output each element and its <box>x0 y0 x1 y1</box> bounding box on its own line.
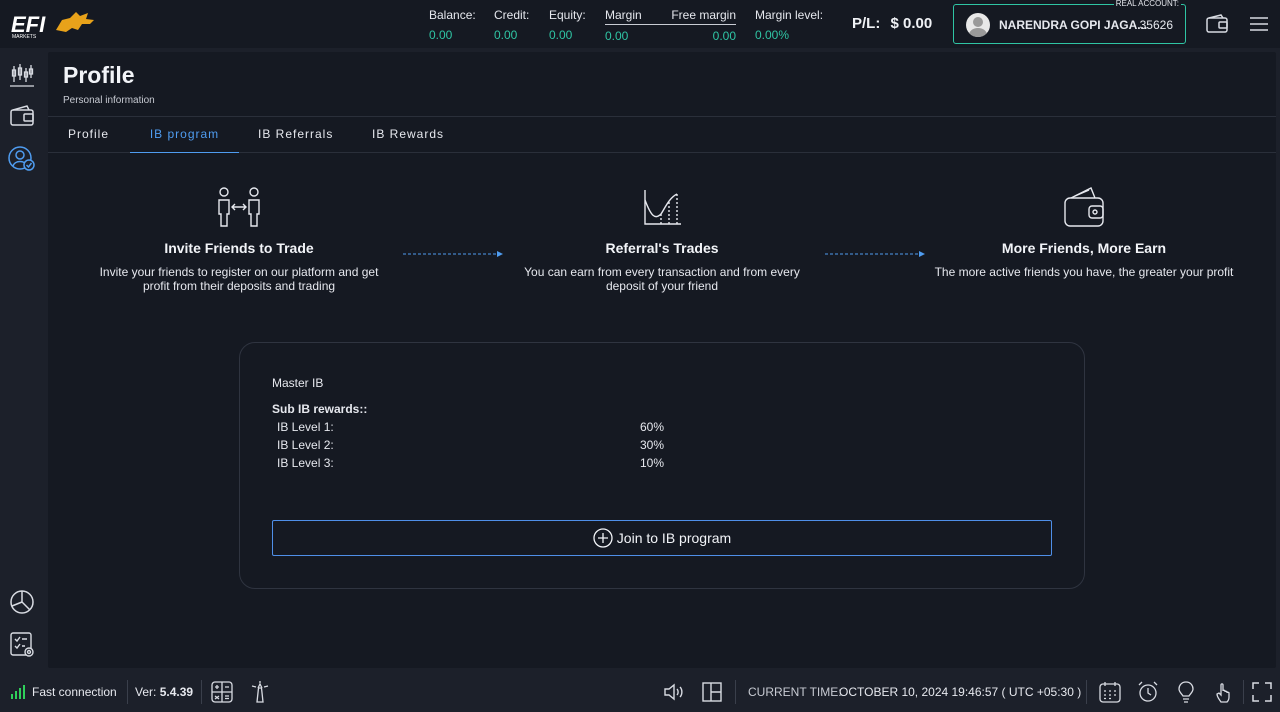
pl-value: $ 0.00 <box>890 15 933 32</box>
ib-level-label: IB Level 2: <box>277 438 334 452</box>
trades-chart-icon <box>644 190 681 225</box>
tab-bar: Profile IB program IB Referrals IB Rewar… <box>48 116 1276 153</box>
ib-level-label: IB Level 1: <box>277 420 334 434</box>
join-ib-program-button[interactable]: Join to IB program <box>272 520 1052 556</box>
version-label: Ver: <box>135 685 157 699</box>
divider <box>1243 680 1244 704</box>
main-panel: Profile Personal information Profile IB … <box>48 52 1276 668</box>
checklist-settings-icon[interactable] <box>8 630 36 658</box>
signal-strength-icon <box>11 685 25 699</box>
pl-label: P/L: <box>852 15 881 32</box>
invite-friends-icon <box>218 187 260 227</box>
tab-ib-referrals[interactable]: IB Referrals <box>258 117 333 153</box>
tab-profile[interactable]: Profile <box>68 117 109 153</box>
ib-program-card: Master IB Sub IB rewards:: IB Level 1: 6… <box>239 342 1085 589</box>
margin-label: Margin <box>605 8 642 22</box>
calendar-icon[interactable] <box>1098 680 1122 704</box>
balance-value: 0.00 <box>429 28 453 42</box>
balance-label: Balance: <box>429 8 476 22</box>
divider <box>127 680 128 704</box>
wallet-earn-icon <box>1064 187 1104 227</box>
equity-value: 0.00 <box>549 28 573 42</box>
sound-icon[interactable] <box>662 680 686 704</box>
ib-level-label: IB Level 3: <box>277 456 334 470</box>
profit-loss: P/L: $ 0.00 <box>852 15 932 32</box>
equity-stat: Equity: 0.00 <box>549 8 586 42</box>
master-ib-label: Master IB <box>272 376 324 390</box>
top-bar: EFI MARKETS Balance: 0.00 Credit: 0.00 E… <box>0 0 1280 48</box>
account-type-label: REAL ACCOUNT: <box>1113 0 1181 8</box>
svg-text:MARKETS: MARKETS <box>12 34 37 40</box>
calculator-icon[interactable] <box>210 680 234 704</box>
step-invite-friends: Invite Friends to Trade Invite your frie… <box>89 186 389 293</box>
layout-icon[interactable] <box>700 680 724 704</box>
version-number: 5.4.39 <box>159 685 194 699</box>
current-time-value: OCTOBER 10, 2024 19:46:57 ( UTC +05:30 ) <box>839 685 1082 699</box>
efi-logo[interactable]: EFI MARKETS <box>10 10 96 40</box>
page-subtitle: Personal information <box>63 95 155 106</box>
lighthouse-icon[interactable] <box>248 680 272 704</box>
dotted-arrow-icon <box>825 251 925 257</box>
equity-label: Equity: <box>549 8 586 22</box>
tab-ib-rewards[interactable]: IB Rewards <box>372 117 444 153</box>
margin-level-value: 0.00% <box>755 28 790 42</box>
step-referral-trades: Referral's Trades You can earn from ever… <box>512 186 812 293</box>
chart-icon[interactable] <box>8 60 36 88</box>
margin-level-stat: Margin level: 0.00% <box>755 8 823 42</box>
status-bar: Fast connection Ver: 5.4.39 CURRENT TIME… <box>0 672 1280 712</box>
wallet-icon[interactable] <box>8 102 36 130</box>
step-text: Invite your friends to register on our p… <box>99 265 379 293</box>
tab-ib-program[interactable]: IB program <box>130 117 239 153</box>
divider <box>1086 680 1087 704</box>
current-time-label: CURRENT TIME: <box>748 685 842 699</box>
sub-ib-rewards-label: Sub IB rewards:: <box>272 402 368 416</box>
credit-stat: Credit: 0.00 <box>494 8 529 42</box>
margin-value: 0.00 <box>605 29 629 43</box>
step-text: The more active friends you have, the gr… <box>934 265 1234 279</box>
margin-group: Margin Free margin 0.00 0.00 <box>605 8 736 43</box>
account-name: NARENDRA GOPI JAGA... <box>999 18 1148 32</box>
touch-hand-icon[interactable] <box>1212 680 1236 704</box>
step-title: Referral's Trades <box>605 240 719 256</box>
join-button-label: Join to IB program <box>616 530 732 546</box>
ib-level-value: 10% <box>640 456 665 470</box>
credit-value: 0.00 <box>494 28 518 42</box>
step-text: You can earn from every transaction and … <box>524 265 800 293</box>
page-title: Profile <box>63 62 135 88</box>
free-margin-label: Free margin <box>671 8 736 22</box>
version-info: Ver: 5.4.39 <box>135 685 193 699</box>
divider <box>201 680 202 704</box>
ib-level-value: 30% <box>640 438 665 452</box>
divider <box>735 680 736 704</box>
pie-chart-icon[interactable] <box>8 588 36 616</box>
hamburger-menu-icon[interactable] <box>1247 12 1271 36</box>
margin-level-label: Margin level: <box>755 8 824 22</box>
free-margin-value: 0.00 <box>712 29 736 43</box>
account-id: 35626 <box>1139 18 1173 32</box>
ib-level-value: 60% <box>640 420 665 434</box>
step-more-friends: More Friends, More Earn The more active … <box>934 186 1234 279</box>
wallet-icon[interactable] <box>1205 12 1229 36</box>
dotted-arrow-icon <box>403 251 503 257</box>
account-selector[interactable]: REAL ACCOUNT: NARENDRA GOPI JAGA... 3562… <box>953 0 1186 44</box>
alarm-clock-icon[interactable] <box>1136 680 1160 704</box>
lightbulb-icon[interactable] <box>1174 680 1198 704</box>
credit-label: Credit: <box>494 8 530 22</box>
connection-status: Fast connection <box>32 685 117 699</box>
fullscreen-icon[interactable] <box>1250 680 1274 704</box>
step-title: Invite Friends to Trade <box>164 240 314 256</box>
plus-circle-icon <box>593 528 613 548</box>
sidebar <box>0 48 44 670</box>
balance-stat: Balance: 0.00 <box>429 8 476 42</box>
avatar <box>966 13 990 37</box>
profile-icon[interactable] <box>8 144 36 172</box>
step-title: More Friends, More Earn <box>1001 240 1167 256</box>
